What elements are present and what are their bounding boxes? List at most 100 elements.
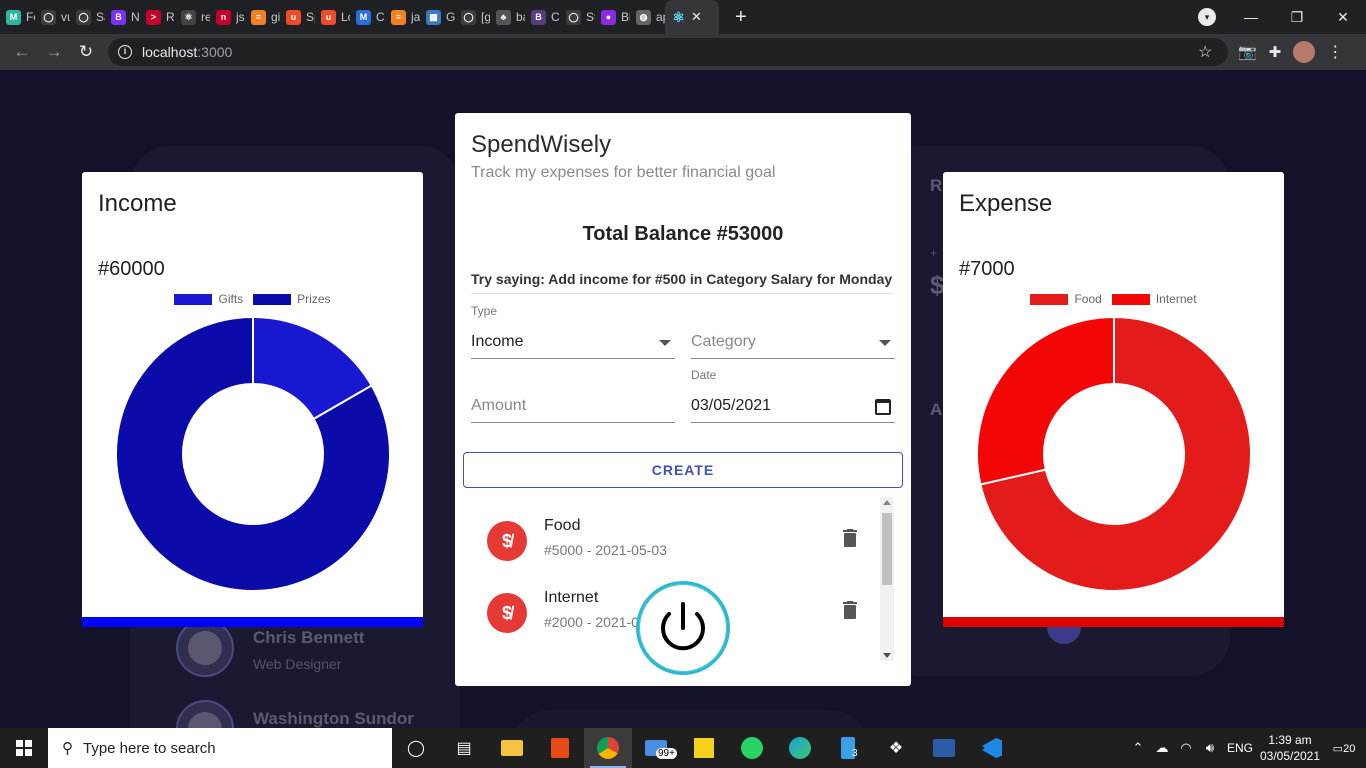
bg-plus: + <box>930 246 938 260</box>
camera-icon[interactable]: 📷 <box>1238 43 1257 61</box>
puzzle-icon[interactable]: ✚ <box>1269 43 1282 61</box>
legend-label: Prizes <box>297 292 331 306</box>
language-indicator[interactable]: ENG <box>1222 741 1258 755</box>
scroll-up-icon[interactable] <box>883 500 891 505</box>
tab-14[interactable]: ♣ ba <box>490 0 525 34</box>
legend-item[interactable]: Internet <box>1111 292 1197 306</box>
type-select[interactable]: Type Income <box>471 304 675 359</box>
tab-10[interactable]: M Cu <box>350 0 385 34</box>
info-icon[interactable]: i <box>118 45 132 59</box>
notification-center-icon[interactable]: ▭20 <box>1322 742 1366 755</box>
onedrive-icon[interactable]: ☁ <box>1150 740 1174 756</box>
chrome-icon[interactable] <box>584 728 632 768</box>
chevron-up-icon[interactable]: ⌃ <box>1126 740 1150 756</box>
pie-slice-internet[interactable] <box>977 317 1115 486</box>
tab-15[interactable]: B Ca <box>525 0 560 34</box>
whatsapp-icon[interactable] <box>728 728 776 768</box>
power-icon <box>661 602 705 651</box>
powershell-icon[interactable] <box>920 728 968 768</box>
tab-active[interactable]: ⚛ ✕ <box>665 0 719 34</box>
edge-icon[interactable] <box>776 728 824 768</box>
tab-favicon-icon: ≡ <box>391 9 406 25</box>
vscode-icon[interactable] <box>968 728 1016 768</box>
tab-4[interactable]: > Re <box>140 0 175 34</box>
menu-icon[interactable]: ⋮ <box>1327 42 1343 62</box>
wifi-icon[interactable]: ◠ <box>1174 740 1198 756</box>
url-input[interactable]: i localhost:3000 ☆ <box>108 38 1228 66</box>
bg-letter-a: A <box>930 400 943 419</box>
tab-search-icon[interactable]: ▾ <box>1198 8 1216 26</box>
tab-favicon-icon: ◯ <box>566 9 581 25</box>
bg-avatar-1 <box>176 619 234 677</box>
voice-power-button[interactable] <box>636 581 730 675</box>
new-tab-button[interactable]: + <box>735 6 747 29</box>
tab-13[interactable]: ◯ [ga <box>455 0 490 34</box>
tab-16[interactable]: ◯ Sty <box>560 0 595 34</box>
extensions-area: 📷 ✚ ⋮ <box>1238 41 1343 63</box>
mail-icon[interactable]: 99+ <box>632 728 680 768</box>
tab-12[interactable]: ▦ Gla <box>420 0 455 34</box>
bookmark-star-icon[interactable]: ☆ <box>1198 42 1212 62</box>
date-input[interactable]: Date 03/05/2021 <box>691 368 895 423</box>
office-icon[interactable] <box>536 728 584 768</box>
tab-17[interactable]: ● Blu <box>595 0 630 34</box>
close-window-button[interactable]: ✕ <box>1320 9 1366 26</box>
amount-input[interactable]: Amount <box>471 389 675 423</box>
tab-11[interactable]: ≡ jav <box>385 0 420 34</box>
tab-0[interactable]: M Fo <box>0 0 35 34</box>
sticky-notes-icon[interactable] <box>680 728 728 768</box>
bg-person-role-1: Web Designer <box>253 656 342 672</box>
close-tab-icon[interactable]: ✕ <box>691 9 702 25</box>
tab-favicon-icon: B <box>531 9 546 25</box>
legend-swatch <box>174 293 213 305</box>
legend-item[interactable]: Food <box>1030 292 1102 306</box>
reload-icon[interactable]: ↻ <box>70 42 102 62</box>
legend-item[interactable]: Gifts <box>174 292 243 306</box>
tab-2[interactable]: ◯ Sa <box>70 0 105 34</box>
tab-18[interactable]: ◍ ap <box>630 0 665 34</box>
clock[interactable]: 1:39 am 03/05/2021 <box>1258 732 1322 764</box>
tab-7[interactable]: ≡ git <box>245 0 280 34</box>
volume-icon[interactable]: 🔊︎ <box>1198 740 1222 756</box>
list-item[interactable]: $̸ Food #5000 - 2021-05-03 <box>471 515 875 575</box>
file-explorer-icon[interactable] <box>488 728 536 768</box>
cortana-icon[interactable]: ◯ <box>392 728 440 768</box>
tab-6[interactable]: njso <box>210 0 245 34</box>
back-icon[interactable]: ← <box>6 42 38 62</box>
minimize-button[interactable]: — <box>1228 9 1274 25</box>
tab-9[interactable]: u Lo <box>315 0 350 34</box>
tab-favicon-icon: ◍ <box>636 9 651 25</box>
forward-icon[interactable]: → <box>38 42 70 62</box>
dropbox-icon[interactable]: ❖ <box>872 728 920 768</box>
tab-1[interactable]: ◯ vu <box>35 0 70 34</box>
windows-start-icon[interactable] <box>0 728 48 768</box>
legend-item[interactable]: Prizes <box>253 292 331 306</box>
delete-icon[interactable] <box>843 601 857 619</box>
tab-favicon-icon: M <box>356 9 371 25</box>
taskbar-search-input[interactable]: ⚲ Type here to search <box>48 728 392 768</box>
tab-8[interactable]: u Sp <box>280 0 315 34</box>
tab-title: jso <box>236 10 245 24</box>
tab-title: jav <box>411 10 420 24</box>
phone-app-icon[interactable]: 3 <box>824 728 872 768</box>
restore-button[interactable]: ❐ <box>1274 9 1320 26</box>
tab-3[interactable]: B Na <box>105 0 140 34</box>
date-value: 03/05/2021 <box>691 397 772 414</box>
task-view-icon[interactable]: ▤ <box>440 728 488 768</box>
category-select[interactable]: Category <box>691 325 895 359</box>
voice-hint: Try saying: Add income for #500 in Categ… <box>471 271 895 294</box>
scroll-down-icon[interactable] <box>883 653 891 658</box>
tab-favicon-icon: u <box>286 9 301 25</box>
tab-title: Gla <box>446 10 455 24</box>
browser-tab-bar: MFo◯vu◯SaBNa>Re⚛reanjso≡gituSpuLoMCu ≡ jav… <box>0 0 1366 34</box>
delete-icon[interactable] <box>843 529 857 547</box>
legend-swatch <box>1030 293 1069 305</box>
scrollbar-thumb[interactable] <box>882 513 892 585</box>
calendar-icon[interactable] <box>875 399 891 415</box>
tab-favicon-icon: u <box>321 9 336 25</box>
tab-title: Blu <box>621 10 630 24</box>
profile-avatar[interactable] <box>1293 41 1316 63</box>
tab-5[interactable]: ⚛ rea <box>175 0 210 34</box>
list-scrollbar[interactable] <box>880 497 894 661</box>
create-button[interactable]: CREATE <box>463 452 903 488</box>
